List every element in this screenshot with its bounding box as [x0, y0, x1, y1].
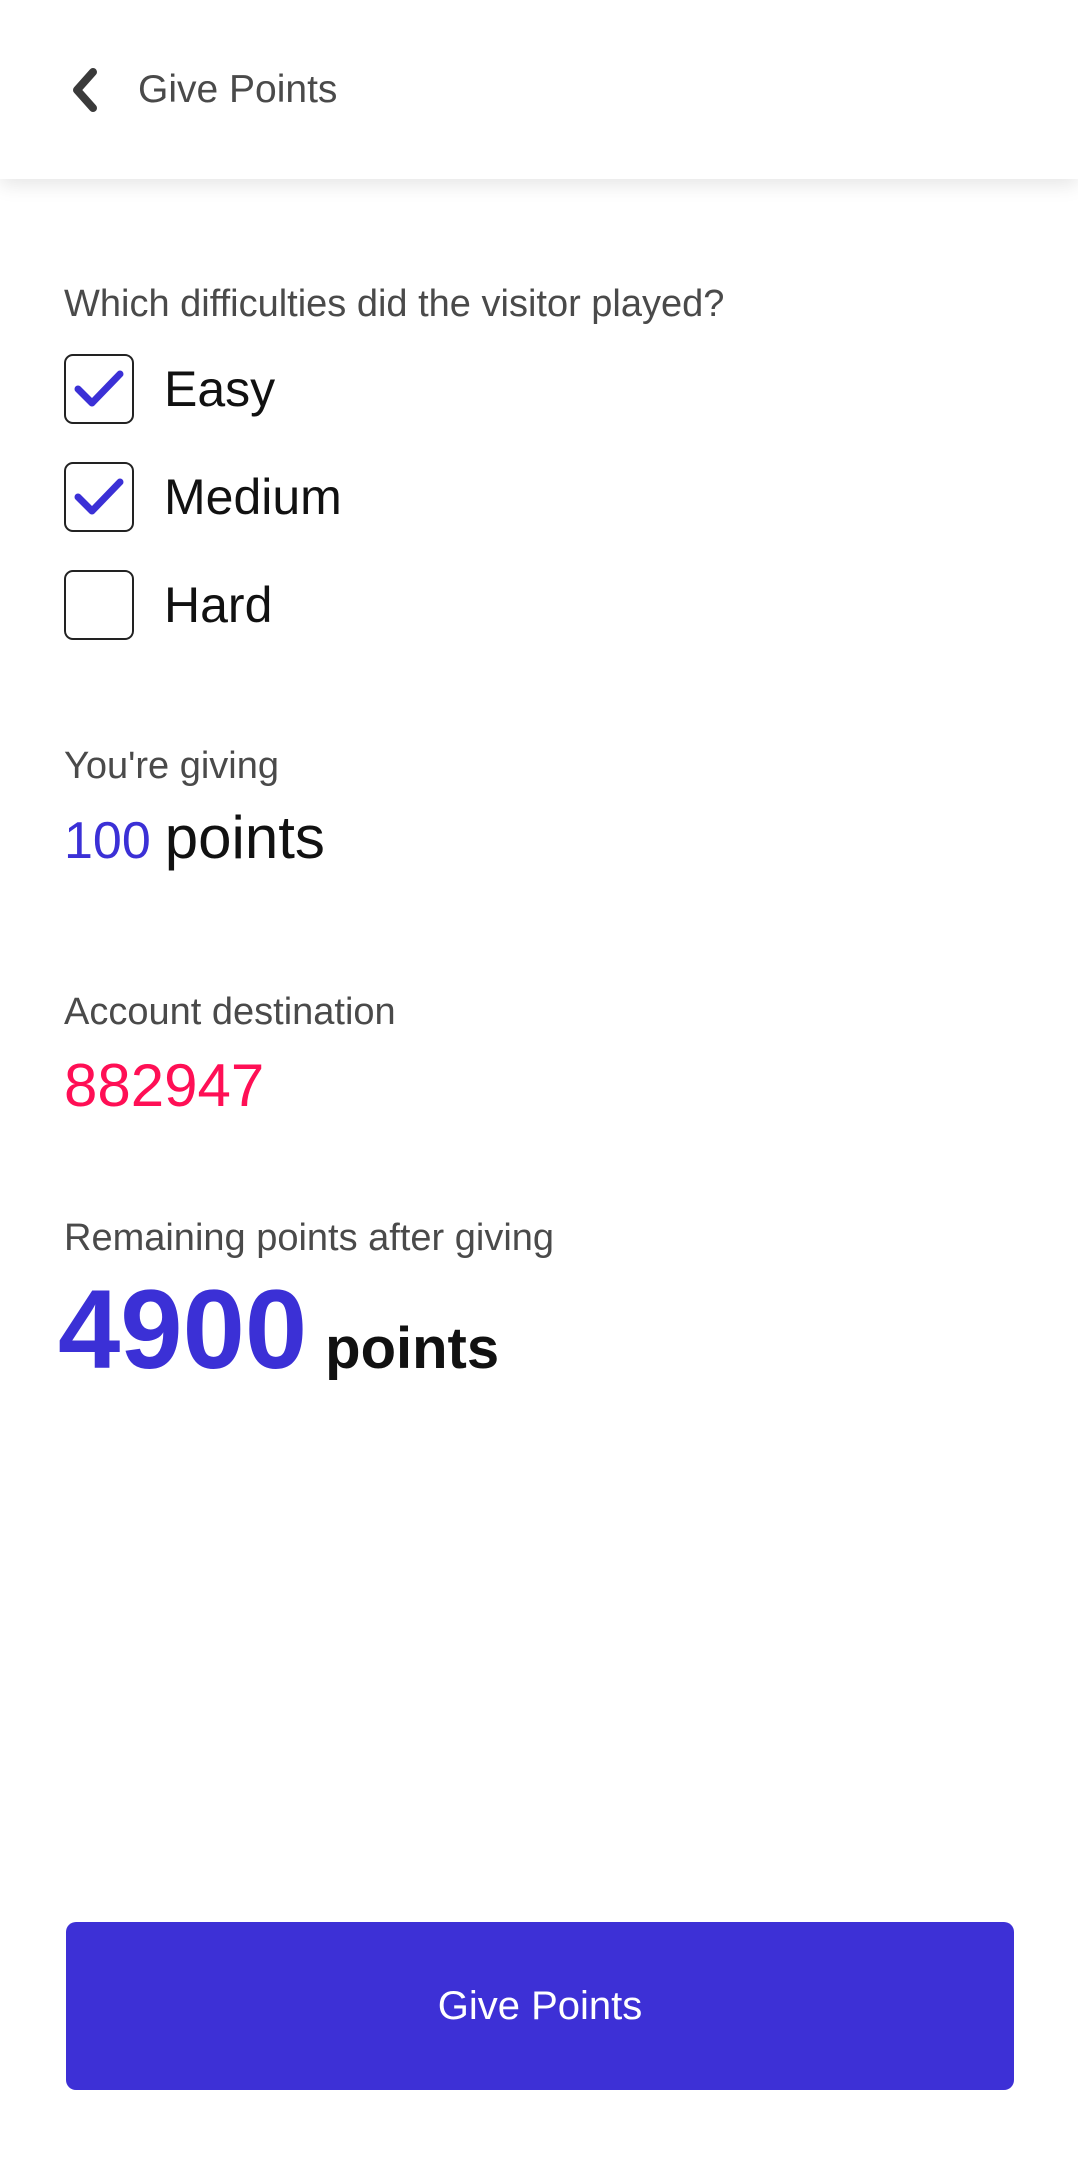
difficulty-question: Which difficulties did the visitor playe…	[64, 283, 725, 325]
difficulty-option-easy[interactable]: Easy	[64, 352, 1014, 426]
giving-section: You're giving 100 points	[64, 742, 1014, 890]
checkbox-label-easy: Easy	[164, 361, 276, 417]
remaining-unit: points	[325, 1316, 500, 1381]
main-content: Which difficulties did the visitor playe…	[58, 280, 1014, 1424]
account-label: Account destination	[64, 991, 396, 1033]
difficulty-option-medium[interactable]: Medium	[64, 460, 1014, 534]
remaining-label: Remaining points after giving	[64, 1217, 555, 1259]
account-number: 882947	[64, 1052, 265, 1119]
giving-amount: 100	[64, 812, 151, 870]
chevron-left-icon	[73, 68, 97, 112]
giving-value: 100 points	[64, 802, 1014, 890]
checkbox-label-hard: Hard	[164, 577, 273, 633]
giving-unit: points	[164, 804, 325, 871]
checkbox-easy[interactable]	[64, 354, 134, 424]
checkbox-label-medium: Medium	[164, 469, 342, 525]
give-points-button[interactable]: Give Points	[66, 1922, 1014, 2090]
difficulty-option-hard[interactable]: Hard	[64, 568, 1014, 642]
giving-label: You're giving	[64, 745, 280, 787]
app-bar: Give Points	[0, 0, 1078, 179]
account-section: Account destination 882947	[64, 988, 1014, 1122]
give-points-screen: Give Points Which difficulties did the v…	[0, 0, 1078, 2158]
checkbox-hard[interactable]	[64, 570, 134, 640]
remaining-amount: 4900	[58, 1267, 308, 1392]
checkbox-medium[interactable]	[64, 462, 134, 532]
checkmark-icon	[74, 370, 124, 407]
remaining-section: Remaining points after giving 4900 points	[58, 1214, 1014, 1424]
page-title: Give Points	[138, 68, 338, 111]
back-button[interactable]	[46, 50, 126, 130]
remaining-value: 4900 points	[58, 1270, 1014, 1424]
checkmark-icon	[74, 478, 124, 515]
